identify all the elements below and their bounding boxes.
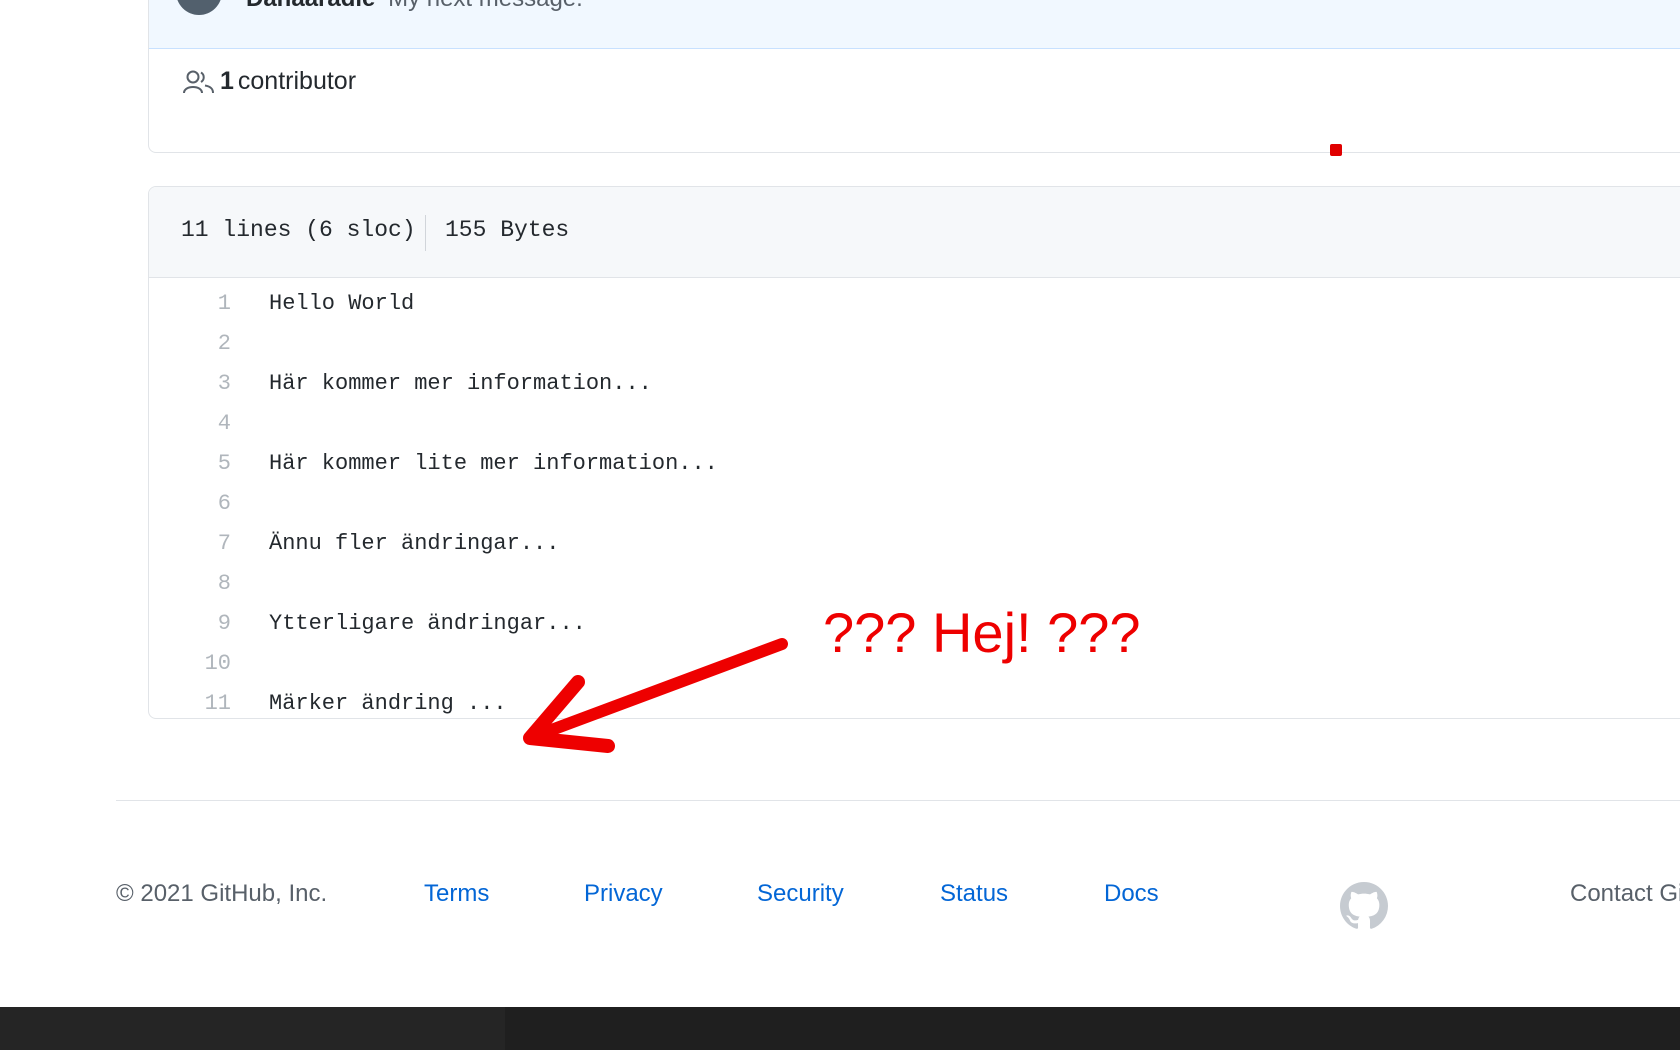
footer-divider [116, 800, 1680, 801]
line-content: Här kommer lite mer information... [269, 451, 718, 476]
file-size: 155 Bytes [445, 217, 570, 243]
code-line: 1 Hello World [149, 285, 1680, 325]
line-number[interactable]: 7 [149, 531, 231, 556]
code-line: 7 Ännu fler ändringar... [149, 525, 1680, 565]
latest-commit-bar: Danaaradie My next message. [149, 0, 1680, 49]
commit-author[interactable]: Danaaradie [246, 0, 375, 12]
code-line: 8 [149, 565, 1680, 605]
contributor-count: 1 [220, 67, 234, 95]
footer-link-privacy[interactable]: Privacy [584, 880, 663, 908]
line-content: Märker ändring ... [269, 691, 507, 716]
commit-summary: Danaaradie My next message. [246, 0, 583, 13]
line-number[interactable]: 9 [149, 611, 231, 636]
footer-link-status[interactable]: Status [940, 880, 1008, 908]
line-number[interactable]: 6 [149, 491, 231, 516]
red-annotation-dot [1330, 144, 1342, 156]
line-number[interactable]: 10 [149, 651, 231, 676]
red-arrow-icon [523, 638, 788, 753]
taskbar [0, 1007, 1680, 1050]
footer-link-terms[interactable]: Terms [424, 880, 489, 908]
code-line: 2 [149, 325, 1680, 365]
code-line: 3 Här kommer mer information... [149, 365, 1680, 405]
line-content: Här kommer mer information... [269, 371, 652, 396]
file-line-count: 11 lines (6 sloc) [181, 217, 416, 243]
code-line: 5 Här kommer lite mer information... [149, 445, 1680, 485]
line-content: Ännu fler ändringar... [269, 531, 560, 556]
github-mark-icon[interactable] [1340, 882, 1388, 930]
footer-copyright: © 2021 GitHub, Inc. [116, 880, 328, 907]
contributor-label: contributor [237, 67, 357, 95]
avatar[interactable] [176, 0, 222, 15]
contributors-link[interactable]: 1 contributor [182, 67, 356, 96]
line-number[interactable]: 4 [149, 411, 231, 436]
line-number[interactable]: 5 [149, 451, 231, 476]
footer-link-contact[interactable]: Contact Gi [1570, 880, 1680, 908]
commit-box: Danaaradie My next message. 1 contributo… [148, 0, 1680, 153]
code-line: 6 [149, 485, 1680, 525]
commit-message[interactable]: My next message. [388, 0, 583, 12]
footer-link-security[interactable]: Security [757, 880, 844, 908]
line-content: Hello World [269, 291, 415, 316]
file-info-bar: 11 lines (6 sloc) 155 Bytes [149, 187, 1680, 278]
line-number[interactable]: 2 [149, 331, 231, 356]
code-line: 4 [149, 405, 1680, 445]
line-number[interactable]: 8 [149, 571, 231, 596]
taskbar-left-region [0, 1007, 505, 1050]
line-number[interactable]: 1 [149, 291, 231, 316]
people-icon [183, 70, 214, 93]
footer-link-docs[interactable]: Docs [1104, 880, 1159, 908]
annotation-text: ??? Hej! ??? [823, 601, 1141, 664]
line-number[interactable]: 3 [149, 371, 231, 396]
line-number[interactable]: 11 [149, 691, 231, 716]
code-line: 11 Märker ändring ... [149, 685, 1680, 718]
file-info-divider [425, 215, 426, 251]
footer: © 2021 GitHub, Inc. Terms Privacy Securi… [0, 880, 1680, 929]
